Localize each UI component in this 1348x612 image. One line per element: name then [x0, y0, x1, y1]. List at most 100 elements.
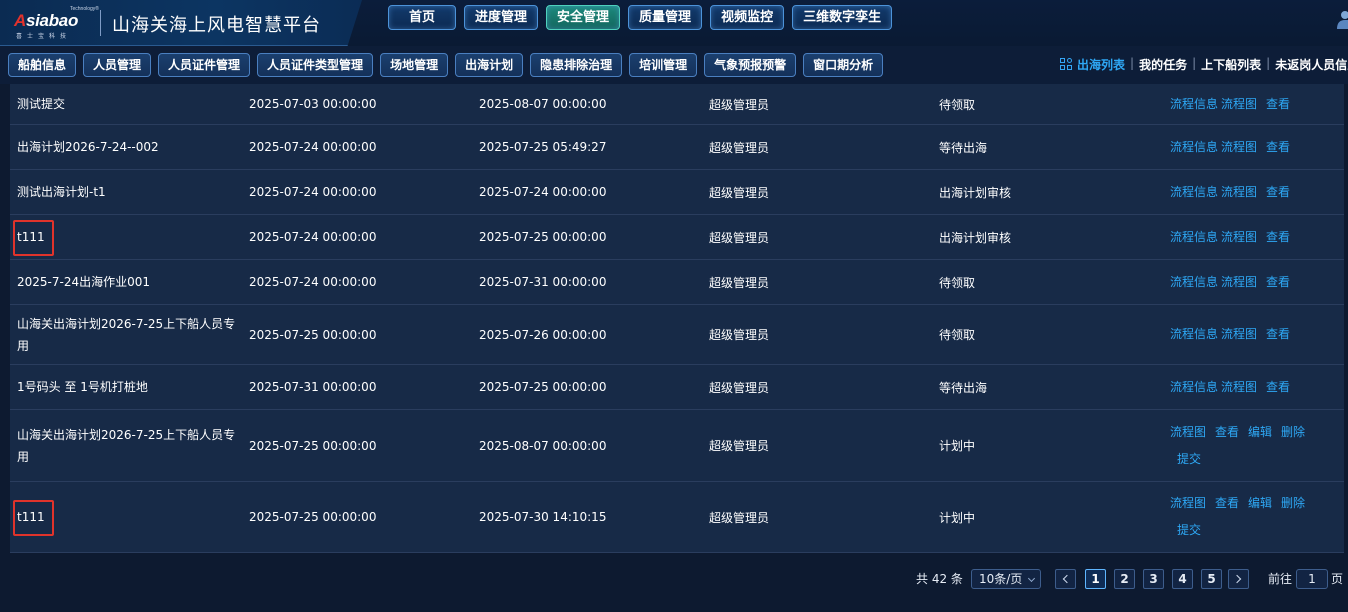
action-link[interactable]: 流程图	[1221, 93, 1257, 116]
table-row: 测试提交 2025-07-03 00:00:00 2025-08-07 00:00:…	[10, 84, 1344, 125]
prev-page-button[interactable]	[1055, 569, 1076, 589]
quick-link-separator: |	[1130, 56, 1135, 70]
page-number-button[interactable]: 1	[1085, 569, 1106, 589]
sub-nav-item[interactable]: 出海计划	[455, 53, 524, 77]
end-time-cell-text: 2025-08-07 00:00:00	[479, 438, 607, 453]
end-time-cell: 2025-07-24 00:00:00	[479, 170, 699, 214]
sub-nav-item[interactable]: 隐患排除治理	[530, 53, 623, 77]
action-link[interactable]: 流程信息	[1170, 181, 1218, 204]
page-number-button[interactable]: 5	[1201, 569, 1222, 589]
end-time-cell: 2025-07-26 00:00:00	[479, 305, 699, 364]
actions-cell: 流程信息 流程图 查看	[1170, 215, 1340, 259]
creator-cell: 超级管理员	[709, 215, 929, 259]
action-link[interactable]: 流程信息	[1170, 93, 1218, 116]
action-link[interactable]: 编辑	[1248, 492, 1272, 515]
action-link[interactable]: 流程图	[1221, 376, 1257, 399]
action-link[interactable]: 查看	[1266, 181, 1290, 204]
creator-cell-text: 超级管理员	[709, 97, 770, 112]
quick-link-item[interactable]: 未返岗人员信息	[1275, 56, 1348, 73]
start-time-cell: 2025-07-25 00:00:00	[249, 410, 469, 481]
action-link[interactable]: 查看	[1266, 376, 1290, 399]
start-time-cell-text: 2025-07-24 00:00:00	[249, 230, 377, 244]
table-row: 测试出海计划-t1 2025-07-24 00:00:00 2025-07-24 0…	[10, 170, 1344, 215]
end-time-cell: 2025-07-25 05:49:27	[479, 125, 699, 169]
action-link[interactable]: 查看	[1215, 492, 1239, 515]
plan-name-cell: 1号码头 至 1号机打桩地	[17, 365, 242, 409]
actions-cell: 流程信息 流程图 查看	[1170, 260, 1340, 304]
next-page-button[interactable]	[1228, 569, 1249, 589]
quick-link-item[interactable]: 上下船列表	[1201, 56, 1261, 73]
plan-name-cell: 山海关出海计划2026-7-25上下船人员专用	[17, 305, 242, 364]
action-link[interactable]: 流程图	[1221, 181, 1257, 204]
plan-name-cell: 测试提交	[17, 84, 242, 124]
action-link[interactable]: 提交	[1177, 519, 1201, 542]
action-link[interactable]: 流程信息	[1170, 271, 1218, 294]
start-time-cell-text: 2025-07-24 00:00:00	[249, 140, 377, 154]
plan-name-cell: 2025-7-24出海作业001	[17, 260, 242, 304]
top-nav-item[interactable]: 首页	[388, 5, 457, 30]
start-time-cell: 2025-07-24 00:00:00	[249, 125, 469, 169]
page-number-button[interactable]: 2	[1114, 569, 1135, 589]
action-link[interactable]: 流程图	[1221, 226, 1257, 249]
end-time-cell: 2025-07-25 00:00:00	[479, 365, 699, 409]
action-link[interactable]: 查看	[1266, 93, 1290, 116]
action-link[interactable]: 流程图	[1221, 136, 1257, 159]
top-nav-item[interactable]: 安全管理	[546, 5, 621, 30]
action-link[interactable]: 删除	[1281, 492, 1305, 515]
sub-nav-item[interactable]: 场地管理	[380, 53, 449, 77]
sub-nav-item[interactable]: 气象预报预警	[704, 53, 797, 77]
quick-link-item[interactable]: 我的任务	[1139, 56, 1187, 73]
action-link[interactable]: 流程信息	[1170, 226, 1218, 249]
sub-nav-item[interactable]: 人员管理	[83, 53, 152, 77]
end-time-cell: 2025-08-07 00:00:00	[479, 84, 699, 124]
page-number-button[interactable]: 3	[1143, 569, 1164, 589]
end-time-cell-text: 2025-07-24 00:00:00	[479, 185, 607, 199]
action-links: 流程信息 流程图 查看	[1170, 136, 1320, 159]
action-link[interactable]: 查看	[1266, 226, 1290, 249]
start-time-cell: 2025-07-24 00:00:00	[249, 170, 469, 214]
action-link[interactable]: 提交	[1177, 448, 1201, 471]
end-time-cell: 2025-07-30 14:10:15	[479, 482, 699, 552]
action-link[interactable]: 删除	[1281, 421, 1305, 444]
page-size-select[interactable]: 10条/页	[971, 569, 1041, 589]
action-link[interactable]: 查看	[1266, 136, 1290, 159]
top-nav-item[interactable]: 进度管理	[464, 5, 539, 30]
table-row: t111 2025-07-25 00:00:00 2025-07-30 14:10:…	[10, 482, 1344, 553]
status-cell: 待领取	[939, 260, 1159, 304]
sub-nav-item[interactable]: 船舶信息	[8, 53, 77, 77]
action-link[interactable]: 流程信息	[1170, 376, 1218, 399]
action-link[interactable]: 查看	[1215, 421, 1239, 444]
top-nav-item[interactable]: 质量管理	[628, 5, 703, 30]
action-link[interactable]: 流程信息	[1170, 136, 1218, 159]
action-link[interactable]: 流程图	[1170, 421, 1206, 444]
action-link[interactable]: 流程图	[1221, 271, 1257, 294]
plan-name-cell-text: t111	[17, 510, 45, 524]
action-link[interactable]: 查看	[1266, 271, 1290, 294]
quick-link-sea-list[interactable]: 出海列表	[1077, 56, 1125, 73]
action-links: 流程信息 流程图 查看	[1170, 376, 1320, 399]
end-time-cell: 2025-08-07 00:00:00	[479, 410, 699, 481]
action-link[interactable]: 编辑	[1248, 421, 1272, 444]
action-link[interactable]: 查看	[1266, 323, 1290, 346]
creator-cell-text: 超级管理员	[709, 380, 770, 395]
sub-nav-item[interactable]: 培训管理	[629, 53, 698, 77]
top-nav-item[interactable]: 三维数字孪生	[792, 5, 893, 30]
top-nav-item[interactable]: 视频监控	[710, 5, 785, 30]
sub-nav-item[interactable]: 人员证件类型管理	[257, 53, 374, 77]
creator-cell-text: 超级管理员	[709, 275, 770, 290]
goto-page-input[interactable]	[1296, 569, 1328, 589]
start-time-cell: 2025-07-24 00:00:00	[249, 260, 469, 304]
start-time-cell-text: 2025-07-24 00:00:00	[249, 275, 377, 289]
page-number-button[interactable]: 4	[1172, 569, 1193, 589]
action-link[interactable]: 流程图	[1221, 323, 1257, 346]
logo-wordmark: Asiabao	[14, 11, 79, 30]
sub-nav-item[interactable]: 人员证件管理	[158, 53, 251, 77]
creator-cell: 超级管理员	[709, 482, 929, 552]
user-avatar-icon[interactable]	[1334, 9, 1348, 29]
action-link[interactable]: 流程图	[1170, 492, 1206, 515]
status-cell-text: 计划中	[939, 510, 976, 525]
plan-name-cell-text: 1号码头 至 1号机打桩地	[17, 380, 148, 394]
action-link[interactable]: 流程信息	[1170, 323, 1218, 346]
sub-nav-item[interactable]: 窗口期分析	[803, 53, 884, 77]
status-cell-text: 等待出海	[939, 380, 988, 395]
